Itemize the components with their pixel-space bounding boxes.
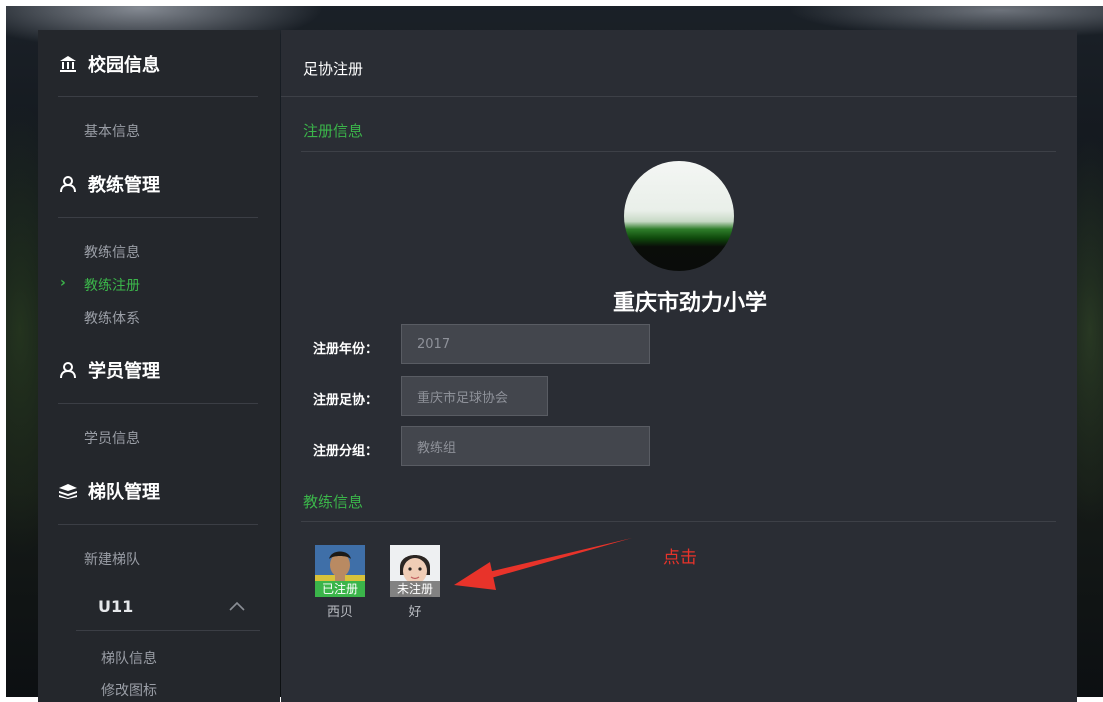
sidebar-section-title: 学员管理 xyxy=(88,361,160,382)
sidebar-item-coach-info[interactable]: 教练信息 xyxy=(84,242,140,262)
chevron-up-icon[interactable] xyxy=(228,598,246,612)
sidebar-item-coach-system[interactable]: 教练体系 xyxy=(84,308,140,328)
group-field[interactable]: 教练组 xyxy=(401,426,650,466)
user-icon xyxy=(58,174,78,194)
sidebar-section-coach[interactable]: 教练管理 xyxy=(58,156,258,212)
page-title: 足协注册 xyxy=(303,60,364,78)
year-label: 注册年份： xyxy=(313,342,379,357)
annotation-text: 点击 xyxy=(663,548,697,568)
registration-section-title: 注册信息 xyxy=(303,122,364,140)
stack-icon xyxy=(58,481,78,501)
association-value: 重庆市足球协会 xyxy=(417,390,509,406)
sidebar-section-title: 校园信息 xyxy=(88,55,160,76)
group-value: 教练组 xyxy=(417,440,457,456)
divider xyxy=(58,403,258,404)
sidebar-section-title: 教练管理 xyxy=(88,175,160,196)
coach-name: 好 xyxy=(408,605,422,620)
sidebar-item-team-info[interactable]: 梯队信息 xyxy=(101,648,157,668)
annotation-arrow-icon xyxy=(454,538,632,590)
campus-icon xyxy=(58,54,78,74)
group-label: 注册分组： xyxy=(313,444,379,459)
sidebar: 校园信息 基本信息 教练管理 教练信息 › 教练注册 教练体系 学员管理 学员信… xyxy=(38,30,280,702)
divider xyxy=(58,524,258,525)
team-name[interactable]: U11 xyxy=(98,597,133,616)
year-field[interactable]: 2017 xyxy=(401,324,650,364)
top-border xyxy=(0,0,1103,6)
coach-photo: 未注册 xyxy=(390,545,440,597)
coach-section-title: 教练信息 xyxy=(303,493,364,511)
divider xyxy=(58,217,258,218)
divider xyxy=(58,96,258,97)
coach-card[interactable]: 已注册 西贝 xyxy=(315,545,365,620)
association-label: 注册足协： xyxy=(313,393,379,408)
divider xyxy=(301,151,1056,152)
sidebar-section-student[interactable]: 学员管理 xyxy=(58,342,258,398)
sidebar-section-title: 梯队管理 xyxy=(88,482,160,503)
school-logo xyxy=(624,161,734,271)
chevron-right-icon: › xyxy=(60,275,66,291)
divider xyxy=(301,521,1056,522)
user-icon xyxy=(58,360,78,380)
divider xyxy=(76,630,260,631)
coach-photo: 已注册 xyxy=(315,545,365,597)
year-value: 2017 xyxy=(417,336,451,352)
divider xyxy=(281,96,1077,97)
sidebar-item-new-team[interactable]: 新建梯队 xyxy=(84,549,140,569)
sidebar-item-edit-icon[interactable]: 修改图标 xyxy=(101,680,157,700)
status-badge-registered: 已注册 xyxy=(315,581,365,597)
main-panel: 足协注册 注册信息 重庆市劲力小学 注册年份： 2017 注册足协： 重庆市足球… xyxy=(281,30,1077,702)
coach-name: 西贝 xyxy=(326,605,353,620)
left-border xyxy=(0,0,6,702)
sidebar-item-coach-register[interactable]: 教练注册 xyxy=(84,275,140,295)
sidebar-item-student-info[interactable]: 学员信息 xyxy=(84,428,140,448)
status-badge-unregistered: 未注册 xyxy=(390,581,440,597)
school-name: 重庆市劲力小学 xyxy=(612,291,767,316)
coach-card[interactable]: 未注册 好 xyxy=(390,545,440,620)
association-field[interactable]: 重庆市足球协会 xyxy=(401,376,548,416)
sidebar-section-team[interactable]: 梯队管理 xyxy=(58,463,258,519)
sidebar-section-campus[interactable]: 校园信息 xyxy=(58,36,258,92)
sidebar-item-basic-info[interactable]: 基本信息 xyxy=(84,121,140,141)
